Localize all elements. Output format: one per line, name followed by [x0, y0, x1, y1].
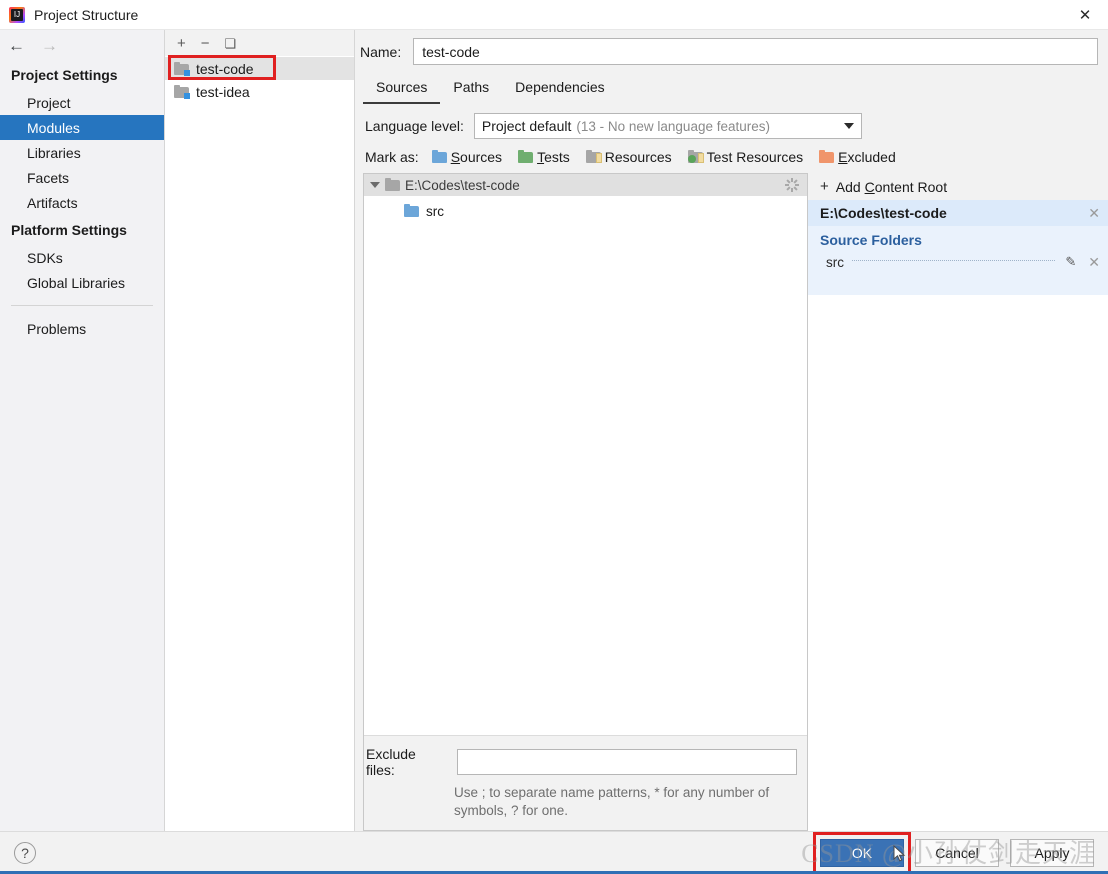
tree-row-label: src [426, 203, 444, 219]
modules-list: test-code test-idea [165, 55, 354, 831]
source-folder-name: src [826, 254, 844, 270]
modules-toolbar: + − ❏ [165, 30, 354, 56]
source-folder-row[interactable]: src ✎ ✕ [808, 252, 1108, 278]
navigation-arrows: ← → [0, 30, 164, 60]
tab-paths[interactable]: Paths [440, 73, 502, 104]
help-button[interactable]: ? [14, 842, 36, 864]
copy-module-icon[interactable]: ❏ [225, 37, 237, 50]
modules-column: + − ❏ test-code test-idea [165, 30, 355, 831]
add-content-root-button[interactable]: + Add CAdd Content Rootontent Root [808, 173, 1108, 200]
window-title: Project Structure [34, 6, 139, 23]
mark-as-sources[interactable]: SSourcesources [431, 149, 502, 165]
exclude-files-input[interactable] [456, 748, 797, 775]
sources-panels: E:\Codes\test-code src Exclude files: Us… [355, 173, 1108, 831]
mark-as-excluded[interactable]: EExcludedxcluded [819, 149, 896, 165]
content-roots-panel: + Add CAdd Content Rootontent Root E:\Co… [808, 173, 1108, 831]
tab-sources[interactable]: Sources [363, 73, 441, 104]
cancel-button[interactable]: Cancel [915, 839, 999, 867]
language-level-label: Language level: [365, 118, 464, 134]
sidebar-item-problems[interactable]: Problems [0, 316, 164, 341]
exclude-files-hint: Use ; to separate name patterns, * for a… [454, 784, 794, 820]
module-detail-panel: Name: Sources Paths Dependencies Languag… [355, 30, 1108, 831]
content-root-header[interactable]: E:\Codes\test-code [364, 174, 807, 196]
mark-as-test-resources[interactable]: Test Resources [687, 149, 804, 165]
loading-spinner-icon [785, 178, 799, 192]
apply-button[interactable]: Apply [1010, 839, 1094, 867]
remove-content-root-icon[interactable]: ✕ [1088, 206, 1100, 220]
tab-dependencies[interactable]: Dependencies [502, 73, 618, 104]
language-level-detail: (13 - No new language features) [576, 118, 770, 134]
dialog-footer: ? OK Cancel Apply [0, 831, 1108, 874]
pencil-icon[interactable]: ✎ [1065, 254, 1076, 270]
back-arrow-icon[interactable]: ← [8, 37, 25, 54]
intellij-idea-icon [9, 6, 25, 23]
remove-module-icon[interactable]: − [201, 36, 210, 51]
module-item-label: test-idea [196, 83, 250, 100]
collapse-triangle-icon[interactable] [370, 182, 380, 188]
content-tree-body: src [364, 196, 807, 735]
folder-excluded-icon [819, 150, 835, 163]
module-folder-icon [174, 61, 190, 76]
mark-as-row: Mark as: SSourcesources TTestsests Resou… [355, 139, 1108, 173]
source-folders-title: Source Folders [808, 226, 1108, 252]
mark-as-label: Mark as: [365, 149, 419, 165]
module-folder-icon [174, 84, 190, 99]
mark-as-resources-label: Resources [604, 149, 672, 165]
module-name-label: Name: [360, 43, 402, 60]
sidebar-item-global-libraries[interactable]: Global Libraries [0, 270, 164, 295]
source-folders-spacer [808, 278, 1108, 295]
mark-as-resources[interactable]: Resources [585, 149, 672, 165]
remove-source-folder-icon[interactable]: ✕ [1088, 255, 1100, 269]
exclude-files-row: Exclude files: [364, 746, 797, 778]
source-folder-leader [852, 260, 1056, 261]
folder-root-icon [385, 178, 400, 191]
title-bar: Project Structure ✕ [0, 0, 1108, 30]
dialog-body: ← → Project Settings Project Modules Lib… [0, 30, 1108, 831]
folder-resources-icon [585, 150, 602, 163]
sidebar-item-facets[interactable]: Facets [0, 165, 164, 190]
exclude-files-label: Exclude files: [366, 745, 416, 778]
mark-as-test-resources-label: Test Resources [706, 149, 804, 165]
module-item-label: test-code [196, 60, 254, 77]
folder-test-resources-icon [687, 150, 704, 163]
language-level-row: Language level: Project default (13 - No… [355, 104, 1108, 139]
add-module-icon[interactable]: + [177, 36, 186, 51]
footer-buttons: OK Cancel Apply [813, 832, 1108, 874]
folder-sources-icon [404, 204, 419, 217]
sidebar-group-project-settings: Project Settings [11, 67, 118, 83]
folder-tests-icon [518, 150, 534, 163]
exclude-hint-line2: symbols, ? for one. [454, 802, 569, 818]
mark-as-tests[interactable]: TTestsests [518, 149, 570, 165]
plus-icon: + [820, 178, 829, 195]
exclude-hint-line1: Use ; to separate name patterns, * for a… [454, 784, 770, 800]
module-tabs: Sources Paths Dependencies [355, 73, 1108, 104]
sidebar-item-artifacts[interactable]: Artifacts [0, 190, 164, 215]
folder-sources-icon [431, 150, 447, 163]
tree-row-src[interactable]: src [364, 200, 807, 222]
module-item-test-idea[interactable]: test-idea [165, 80, 354, 103]
content-root-path-label: E:\Codes\test-code [820, 205, 947, 221]
sidebar-item-project[interactable]: Project [0, 90, 164, 115]
chevron-down-icon [843, 123, 854, 129]
module-item-test-code[interactable]: test-code [165, 55, 354, 80]
sidebar-divider [11, 305, 153, 306]
sidebar-item-modules[interactable]: Modules [0, 115, 164, 140]
module-name-input[interactable] [413, 38, 1098, 65]
forward-arrow-icon[interactable]: → [41, 37, 58, 54]
language-level-select[interactable]: Project default (13 - No new language fe… [473, 113, 862, 139]
ok-button[interactable]: OK [820, 839, 904, 867]
sidebar-group-platform-settings: Platform Settings [11, 222, 127, 238]
settings-sidebar: ← → Project Settings Project Modules Lib… [0, 30, 165, 831]
module-name-row: Name: [355, 30, 1108, 71]
project-structure-dialog: Project Structure ✕ ← → Project Settings… [0, 0, 1108, 874]
content-root-row[interactable]: E:\Codes\test-code ✕ [808, 200, 1108, 226]
content-tree-panel: E:\Codes\test-code src Exclude files: Us… [363, 173, 808, 831]
close-icon[interactable]: ✕ [1062, 0, 1108, 30]
exclude-files-block: Exclude files: Use ; to separate name pa… [364, 734, 807, 830]
language-level-value: Project default [481, 118, 572, 134]
sidebar-item-sdks[interactable]: SDKs [0, 245, 164, 270]
sidebar-item-libraries[interactable]: Libraries [0, 140, 164, 165]
content-root-path: E:\Codes\test-code [405, 177, 520, 193]
